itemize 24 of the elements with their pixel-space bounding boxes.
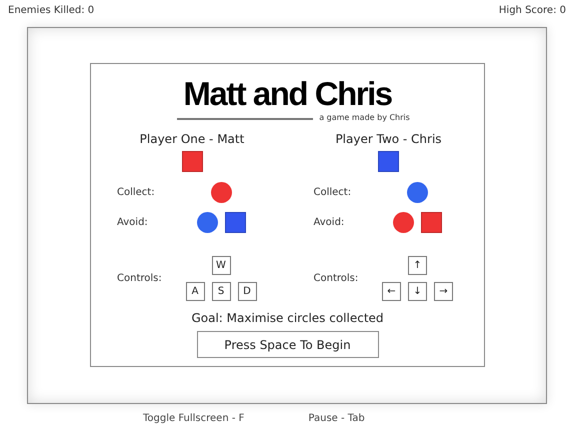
player-name: Player One - Matt xyxy=(140,132,244,146)
controls-label: Controls: xyxy=(314,272,360,286)
key-cap: S xyxy=(212,282,230,301)
shortcut-hint: Toggle Fullscreen - F xyxy=(143,412,244,426)
key-cap: D xyxy=(238,282,256,301)
enemies-killed: Enemies Killed: 0 xyxy=(8,5,94,17)
controls-label: Controls: xyxy=(117,272,163,286)
avoid-label: Avoid: xyxy=(314,216,346,230)
shortcut-hint: Pause - Tab xyxy=(308,412,365,426)
key-cap: ↓ xyxy=(408,282,427,301)
collect-label: Collect: xyxy=(314,186,352,200)
key-cap: → xyxy=(434,282,453,301)
start-button[interactable]: Press Space To Begin xyxy=(196,331,378,358)
key-cap: ↑ xyxy=(408,256,427,275)
goal-text: Goal: Maximise circles collected xyxy=(191,310,384,327)
subtitle: a game made by Chris xyxy=(319,112,410,124)
key-cap: A xyxy=(186,282,204,301)
avoid-label: Avoid: xyxy=(117,216,149,230)
key-cap: W xyxy=(212,256,230,275)
collect-label: Collect: xyxy=(117,186,156,200)
key-cap: ← xyxy=(382,282,401,301)
game-title: Matt and Chris xyxy=(183,76,392,112)
player-name: Player Two - Chris xyxy=(335,132,442,146)
high-score: High Score: 0 xyxy=(498,5,566,17)
